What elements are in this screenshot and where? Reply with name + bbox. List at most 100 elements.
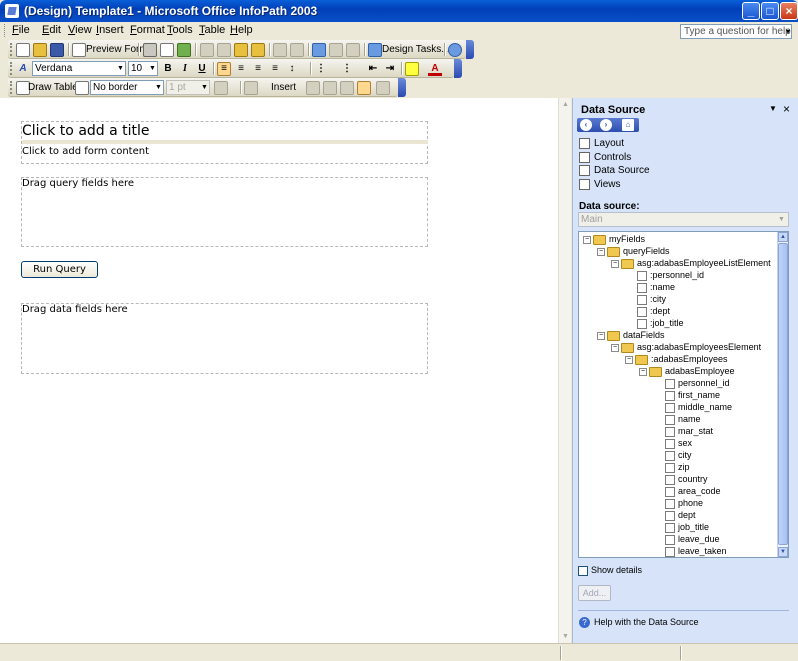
close-button[interactable]: × (780, 2, 798, 20)
tree-field-node[interactable]: dept (663, 509, 696, 521)
run-query-button[interactable]: Run Query (21, 261, 98, 278)
tree-field-node[interactable]: leave_taken (663, 545, 727, 557)
font-color-icon[interactable]: A (428, 62, 442, 76)
hyperlink-icon[interactable] (312, 43, 326, 57)
minimize-button[interactable]: _ (742, 2, 760, 20)
back-icon[interactable]: ‹ (580, 119, 592, 131)
preview-icon[interactable] (72, 43, 86, 57)
chevron-down-icon[interactable]: ▼ (769, 104, 777, 113)
pane-link-data-source[interactable]: Data Source (579, 165, 650, 176)
justify-button[interactable]: ≡ (268, 62, 282, 76)
collapse-icon[interactable]: − (625, 355, 633, 364)
menu-view[interactable]: View (68, 24, 92, 36)
infopath-icon[interactable] (5, 4, 19, 18)
form-content-placeholder[interactable]: Click to add form content (22, 146, 149, 157)
table-icon[interactable] (329, 43, 343, 57)
close-icon[interactable]: × (783, 102, 790, 116)
collapse-icon[interactable]: − (597, 331, 605, 340)
forward-icon[interactable]: › (600, 119, 612, 131)
undo-icon[interactable] (273, 43, 287, 57)
bullets-icon[interactable]: ⋮ (340, 62, 354, 76)
chevron-down-icon[interactable]: ▾ (786, 25, 790, 38)
chevron-down-icon[interactable]: ▼ (776, 213, 787, 226)
help-icon[interactable] (448, 43, 462, 57)
table-properties-icon[interactable] (376, 81, 390, 95)
menu-help[interactable]: Help (230, 24, 253, 36)
tree-field-node[interactable]: job_title (663, 521, 709, 533)
font-size-select[interactable]: 10 ▼ (128, 61, 158, 76)
tree-field-node[interactable]: first_name (663, 389, 720, 401)
pane-link-layout[interactable]: Layout (579, 138, 624, 149)
pane-link-views[interactable]: Views (579, 179, 621, 190)
checkbox-box[interactable] (578, 565, 588, 576)
styles-icon[interactable]: A (16, 62, 30, 76)
highlight-icon[interactable] (405, 62, 419, 76)
show-gridlines-icon[interactable] (357, 81, 371, 95)
menu-tools[interactable]: Tools (167, 24, 193, 36)
maximize-button[interactable]: □ (761, 2, 779, 20)
collapse-icon[interactable]: − (611, 343, 619, 352)
chevron-down-icon[interactable]: ▼ (154, 81, 163, 94)
collapse-icon[interactable]: − (639, 367, 647, 376)
tree-field-node[interactable]: :dept (635, 305, 670, 317)
tree-field-node[interactable]: name (663, 413, 701, 425)
border-style-select[interactable]: No border ▼ (90, 80, 164, 95)
tree-field-node[interactable]: city (663, 449, 692, 461)
format-painter-icon[interactable] (251, 43, 265, 57)
tree-field-node[interactable]: mar_stat (663, 425, 713, 437)
menu-insert[interactable]: Insert (96, 24, 124, 36)
data-source-tree[interactable]: ▲ ▼ − myFields − queryFields − asg:adabasEmpl… (578, 231, 789, 558)
tree-field-node[interactable]: zip (663, 461, 690, 473)
cut-icon[interactable] (200, 43, 214, 57)
pane-link-controls[interactable]: Controls (579, 152, 631, 163)
new-icon[interactable] (16, 43, 30, 57)
scroll-down-icon[interactable]: ▼ (778, 547, 788, 557)
spelling-icon[interactable] (177, 43, 191, 57)
tree-field-node[interactable]: :personnel_id (635, 269, 704, 281)
tree-field-node[interactable]: :city (635, 293, 666, 305)
tree-group-node[interactable]: − myFields (583, 233, 645, 245)
print-preview-icon[interactable] (160, 43, 174, 57)
show-details-checkbox[interactable]: Show details (578, 565, 642, 576)
scroll-up-icon[interactable]: ▲ (778, 232, 788, 242)
decrease-indent-icon[interactable]: ⇤ (366, 62, 380, 76)
scroll-up-icon[interactable]: ▲ (560, 99, 571, 110)
tree-group-node[interactable]: − queryFields (597, 245, 670, 257)
toolbar-options-icon[interactable] (454, 59, 462, 78)
toolbar-grip[interactable] (10, 81, 13, 94)
tree-field-node[interactable]: phone (663, 497, 703, 509)
data-source-select[interactable]: Main ▼ (578, 212, 789, 227)
paste-icon[interactable] (234, 43, 248, 57)
tree-field-node[interactable]: middle_name (663, 401, 732, 413)
toolbar-grip[interactable] (10, 62, 13, 75)
italic-button[interactable]: I (178, 62, 192, 76)
tree-group-node[interactable]: − dataFields (597, 329, 665, 341)
menu-format[interactable]: Format (130, 24, 165, 36)
chevron-down-icon[interactable]: ▼ (116, 62, 125, 75)
copy-icon[interactable] (217, 43, 231, 57)
chevron-down-icon[interactable]: ▼ (200, 81, 209, 94)
chevron-down-icon[interactable]: ▼ (148, 62, 157, 75)
merge-cells-icon[interactable] (306, 81, 320, 95)
collapse-icon[interactable]: − (611, 259, 619, 268)
toolbar-grip[interactable] (10, 43, 13, 56)
shading-icon[interactable] (244, 81, 258, 95)
scroll-down-icon[interactable]: ▼ (560, 631, 571, 642)
align-right-button[interactable]: ≡ (251, 62, 265, 76)
menu-table[interactable]: Table (199, 24, 225, 36)
tree-field-node[interactable]: area_code (663, 485, 721, 497)
save-icon[interactable] (50, 43, 64, 57)
toolbar-options-icon[interactable] (466, 40, 474, 59)
collapse-icon[interactable]: − (583, 235, 591, 244)
open-icon[interactable] (33, 43, 47, 57)
toolbar-options-icon[interactable] (398, 78, 406, 97)
underline-button[interactable]: U (195, 62, 209, 76)
scroll-thumb[interactable] (778, 243, 788, 545)
align-left-button[interactable]: ≡ (217, 62, 231, 76)
menu-file[interactable]: File (12, 24, 30, 36)
border-width-select[interactable]: 1 pt ▼ (166, 80, 210, 95)
tree-field-node[interactable]: personnel_id (663, 377, 730, 389)
tree-field-node[interactable]: leave_due (663, 533, 720, 545)
tree-group-node[interactable]: − adabasEmployee (639, 365, 735, 377)
delete-icon[interactable] (340, 81, 354, 95)
